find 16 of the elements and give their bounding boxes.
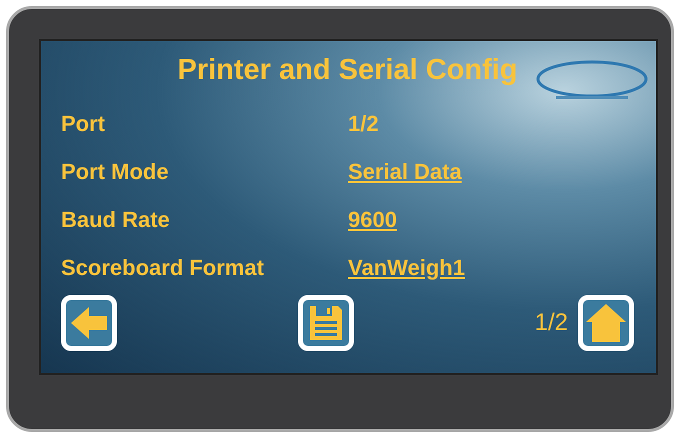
save-button[interactable] [298, 295, 354, 351]
setting-label: Port [61, 110, 106, 138]
setting-label: Scoreboard Format [61, 254, 265, 282]
setting-link[interactable]: Serial Data [348, 154, 462, 188]
save-icon [308, 304, 344, 342]
arrow-left-icon [69, 305, 109, 341]
back-button[interactable] [61, 295, 117, 351]
setting-label: Baud Rate [61, 206, 171, 234]
setting-link[interactable]: VanWeigh1 [348, 250, 465, 284]
setting-link[interactable]: 9600 [348, 202, 397, 236]
page-indicator: 1/2 [534, 308, 568, 338]
home-button[interactable] [578, 295, 634, 351]
home-icon [584, 302, 628, 344]
setting-label: Port Mode [61, 158, 170, 186]
screen-title: Printer and Serial Config [178, 55, 518, 87]
setting-value: 1/2 [348, 110, 379, 138]
